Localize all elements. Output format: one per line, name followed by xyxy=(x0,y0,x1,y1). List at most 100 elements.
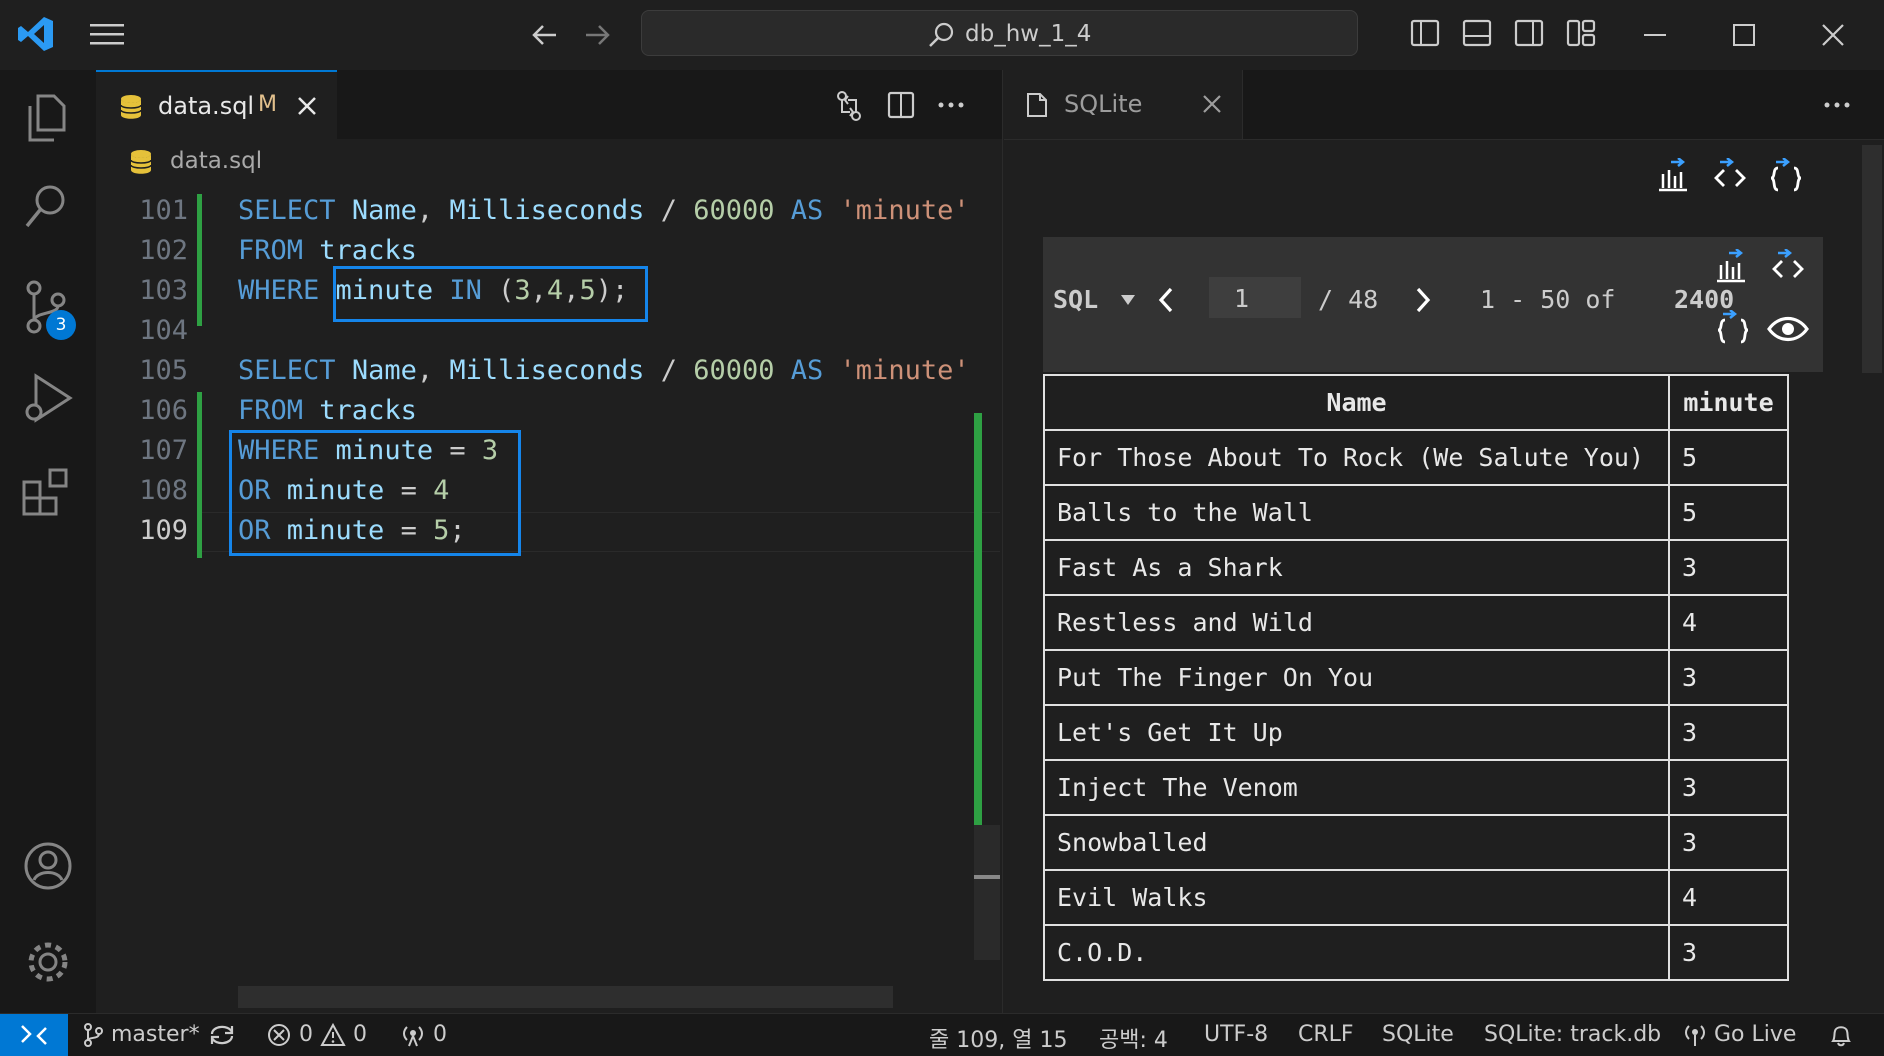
search-icon[interactable] xyxy=(22,182,70,234)
toggle-secondary-sidebar-icon[interactable] xyxy=(1514,18,1544,48)
export-csv-icon[interactable] xyxy=(1655,158,1691,194)
database-indicator[interactable]: SQLite: track.db xyxy=(1484,1022,1661,1047)
toggle-panel-icon[interactable] xyxy=(1462,18,1492,48)
highlight-box-in xyxy=(333,266,648,322)
column-header-name[interactable]: Name xyxy=(1043,374,1670,431)
table-row: Let's Get It Up 3 xyxy=(1043,704,1789,761)
error-count: 0 xyxy=(299,1022,313,1047)
run-debug-icon[interactable] xyxy=(22,370,74,426)
remote-indicator[interactable] xyxy=(0,1014,68,1056)
page-input[interactable]: 1 xyxy=(1209,277,1301,318)
cell-name: Snowballed xyxy=(1043,814,1670,871)
line-number: 107 xyxy=(139,435,188,466)
customize-layout-icon[interactable] xyxy=(1566,18,1596,48)
manage-gear-icon[interactable] xyxy=(22,936,74,988)
code-token: Name xyxy=(351,355,417,386)
source-control-icon[interactable]: 3 xyxy=(22,280,78,340)
code-token: 'minute' xyxy=(839,355,970,386)
notifications-bell-icon[interactable] xyxy=(1828,1022,1854,1048)
menu-icon[interactable] xyxy=(90,22,124,46)
end-of-line[interactable]: CRLF xyxy=(1298,1022,1354,1047)
ports-item[interactable]: 0 xyxy=(400,1022,447,1048)
code-token: AS xyxy=(790,355,824,386)
tab-title: SQLite xyxy=(1064,90,1143,118)
cursor-position[interactable]: 줄 109, 열 15 xyxy=(929,1022,1067,1054)
modified-marker: M xyxy=(258,92,277,117)
code-token: / xyxy=(644,355,694,386)
close-tab-icon[interactable] xyxy=(1200,92,1224,116)
page-total: / 48 xyxy=(1318,285,1379,314)
table-row: Snowballed 3 xyxy=(1043,814,1789,871)
problems-item[interactable]: 0 0 xyxy=(266,1022,367,1048)
branch-item[interactable]: master* xyxy=(82,1022,200,1048)
activity-bar: 3 xyxy=(0,70,97,1013)
command-center-text: db_hw_1_4 xyxy=(965,21,1092,47)
code-token: FROM xyxy=(238,235,304,266)
export-json-icon[interactable] xyxy=(1768,158,1804,194)
forward-arrow-icon[interactable] xyxy=(582,20,612,50)
sync-icon[interactable] xyxy=(208,1022,236,1048)
back-arrow-icon[interactable] xyxy=(530,20,560,50)
minimize-icon[interactable] xyxy=(1640,20,1670,50)
close-window-icon[interactable] xyxy=(1818,20,1848,50)
tab-data-sql[interactable]: data.sql M xyxy=(96,70,337,139)
maximize-icon[interactable] xyxy=(1729,20,1759,50)
panel-scrollbar[interactable] xyxy=(1862,145,1882,373)
export-html-icon[interactable] xyxy=(1712,158,1748,194)
export-html-icon[interactable] xyxy=(1770,249,1806,285)
code-token: Milliseconds xyxy=(449,355,645,386)
page-input-value: 1 xyxy=(1234,284,1250,313)
more-actions-icon[interactable] xyxy=(936,90,966,120)
code-line: SELECT Name, Milliseconds / 60000 AS 'mi… xyxy=(238,355,970,386)
cell-minute: 3 xyxy=(1668,759,1789,816)
horizontal-scrollbar[interactable] xyxy=(238,986,893,1008)
tab-sqlite[interactable]: SQLite xyxy=(1004,70,1243,139)
overview-ruler-changes xyxy=(974,413,982,883)
extensions-icon[interactable] xyxy=(22,466,74,522)
code-token: , xyxy=(416,195,450,226)
highlight-box-or xyxy=(229,430,521,556)
database-icon xyxy=(120,94,142,120)
broadcast-icon xyxy=(1685,1025,1705,1046)
explorer-icon[interactable] xyxy=(22,92,70,144)
encoding[interactable]: UTF-8 xyxy=(1204,1022,1268,1047)
eye-icon[interactable] xyxy=(1767,313,1809,345)
vertical-scrollbar[interactable] xyxy=(974,825,1000,960)
line-number: 101 xyxy=(139,195,188,226)
export-csv-icon[interactable] xyxy=(1713,249,1749,285)
more-actions-icon[interactable] xyxy=(1822,90,1852,120)
go-live-button[interactable]: Go Live xyxy=(1683,1022,1796,1048)
mode-select[interactable]: SQL xyxy=(1053,285,1098,314)
open-changes-icon[interactable] xyxy=(834,90,864,122)
command-center[interactable]: db_hw_1_4 xyxy=(641,10,1358,56)
toggle-primary-sidebar-icon[interactable] xyxy=(1410,18,1440,48)
next-page-icon[interactable] xyxy=(1413,285,1433,315)
accounts-icon[interactable] xyxy=(22,840,74,892)
cell-minute: 5 xyxy=(1668,429,1789,486)
previous-page-icon[interactable] xyxy=(1156,285,1176,315)
chevron-down-icon[interactable] xyxy=(1119,293,1137,307)
cell-name: Fast As a Shark xyxy=(1043,539,1670,596)
table-body: For Those About To Rock (We Salute You) 5… xyxy=(1043,429,1789,981)
row-range: 1 - 50 of xyxy=(1480,285,1616,314)
code-token: , xyxy=(416,355,450,386)
close-tab-icon[interactable] xyxy=(295,94,319,118)
indentation[interactable]: 공백: 4 xyxy=(1099,1022,1168,1054)
split-editor-icon[interactable] xyxy=(886,90,916,120)
code-token: AS xyxy=(790,195,824,226)
column-header-minute[interactable]: minute xyxy=(1668,374,1789,431)
cell-minute: 3 xyxy=(1668,649,1789,706)
file-icon xyxy=(1026,92,1048,118)
code-token: tracks xyxy=(319,235,417,266)
export-json-icon[interactable] xyxy=(1715,310,1751,346)
breadcrumb[interactable]: data.sql xyxy=(130,148,262,175)
code-line: FROM tracks xyxy=(238,235,417,266)
cell-name: Put The Finger On You xyxy=(1043,649,1670,706)
language-mode[interactable]: SQLite xyxy=(1382,1022,1454,1047)
branch-name: master* xyxy=(111,1022,200,1047)
